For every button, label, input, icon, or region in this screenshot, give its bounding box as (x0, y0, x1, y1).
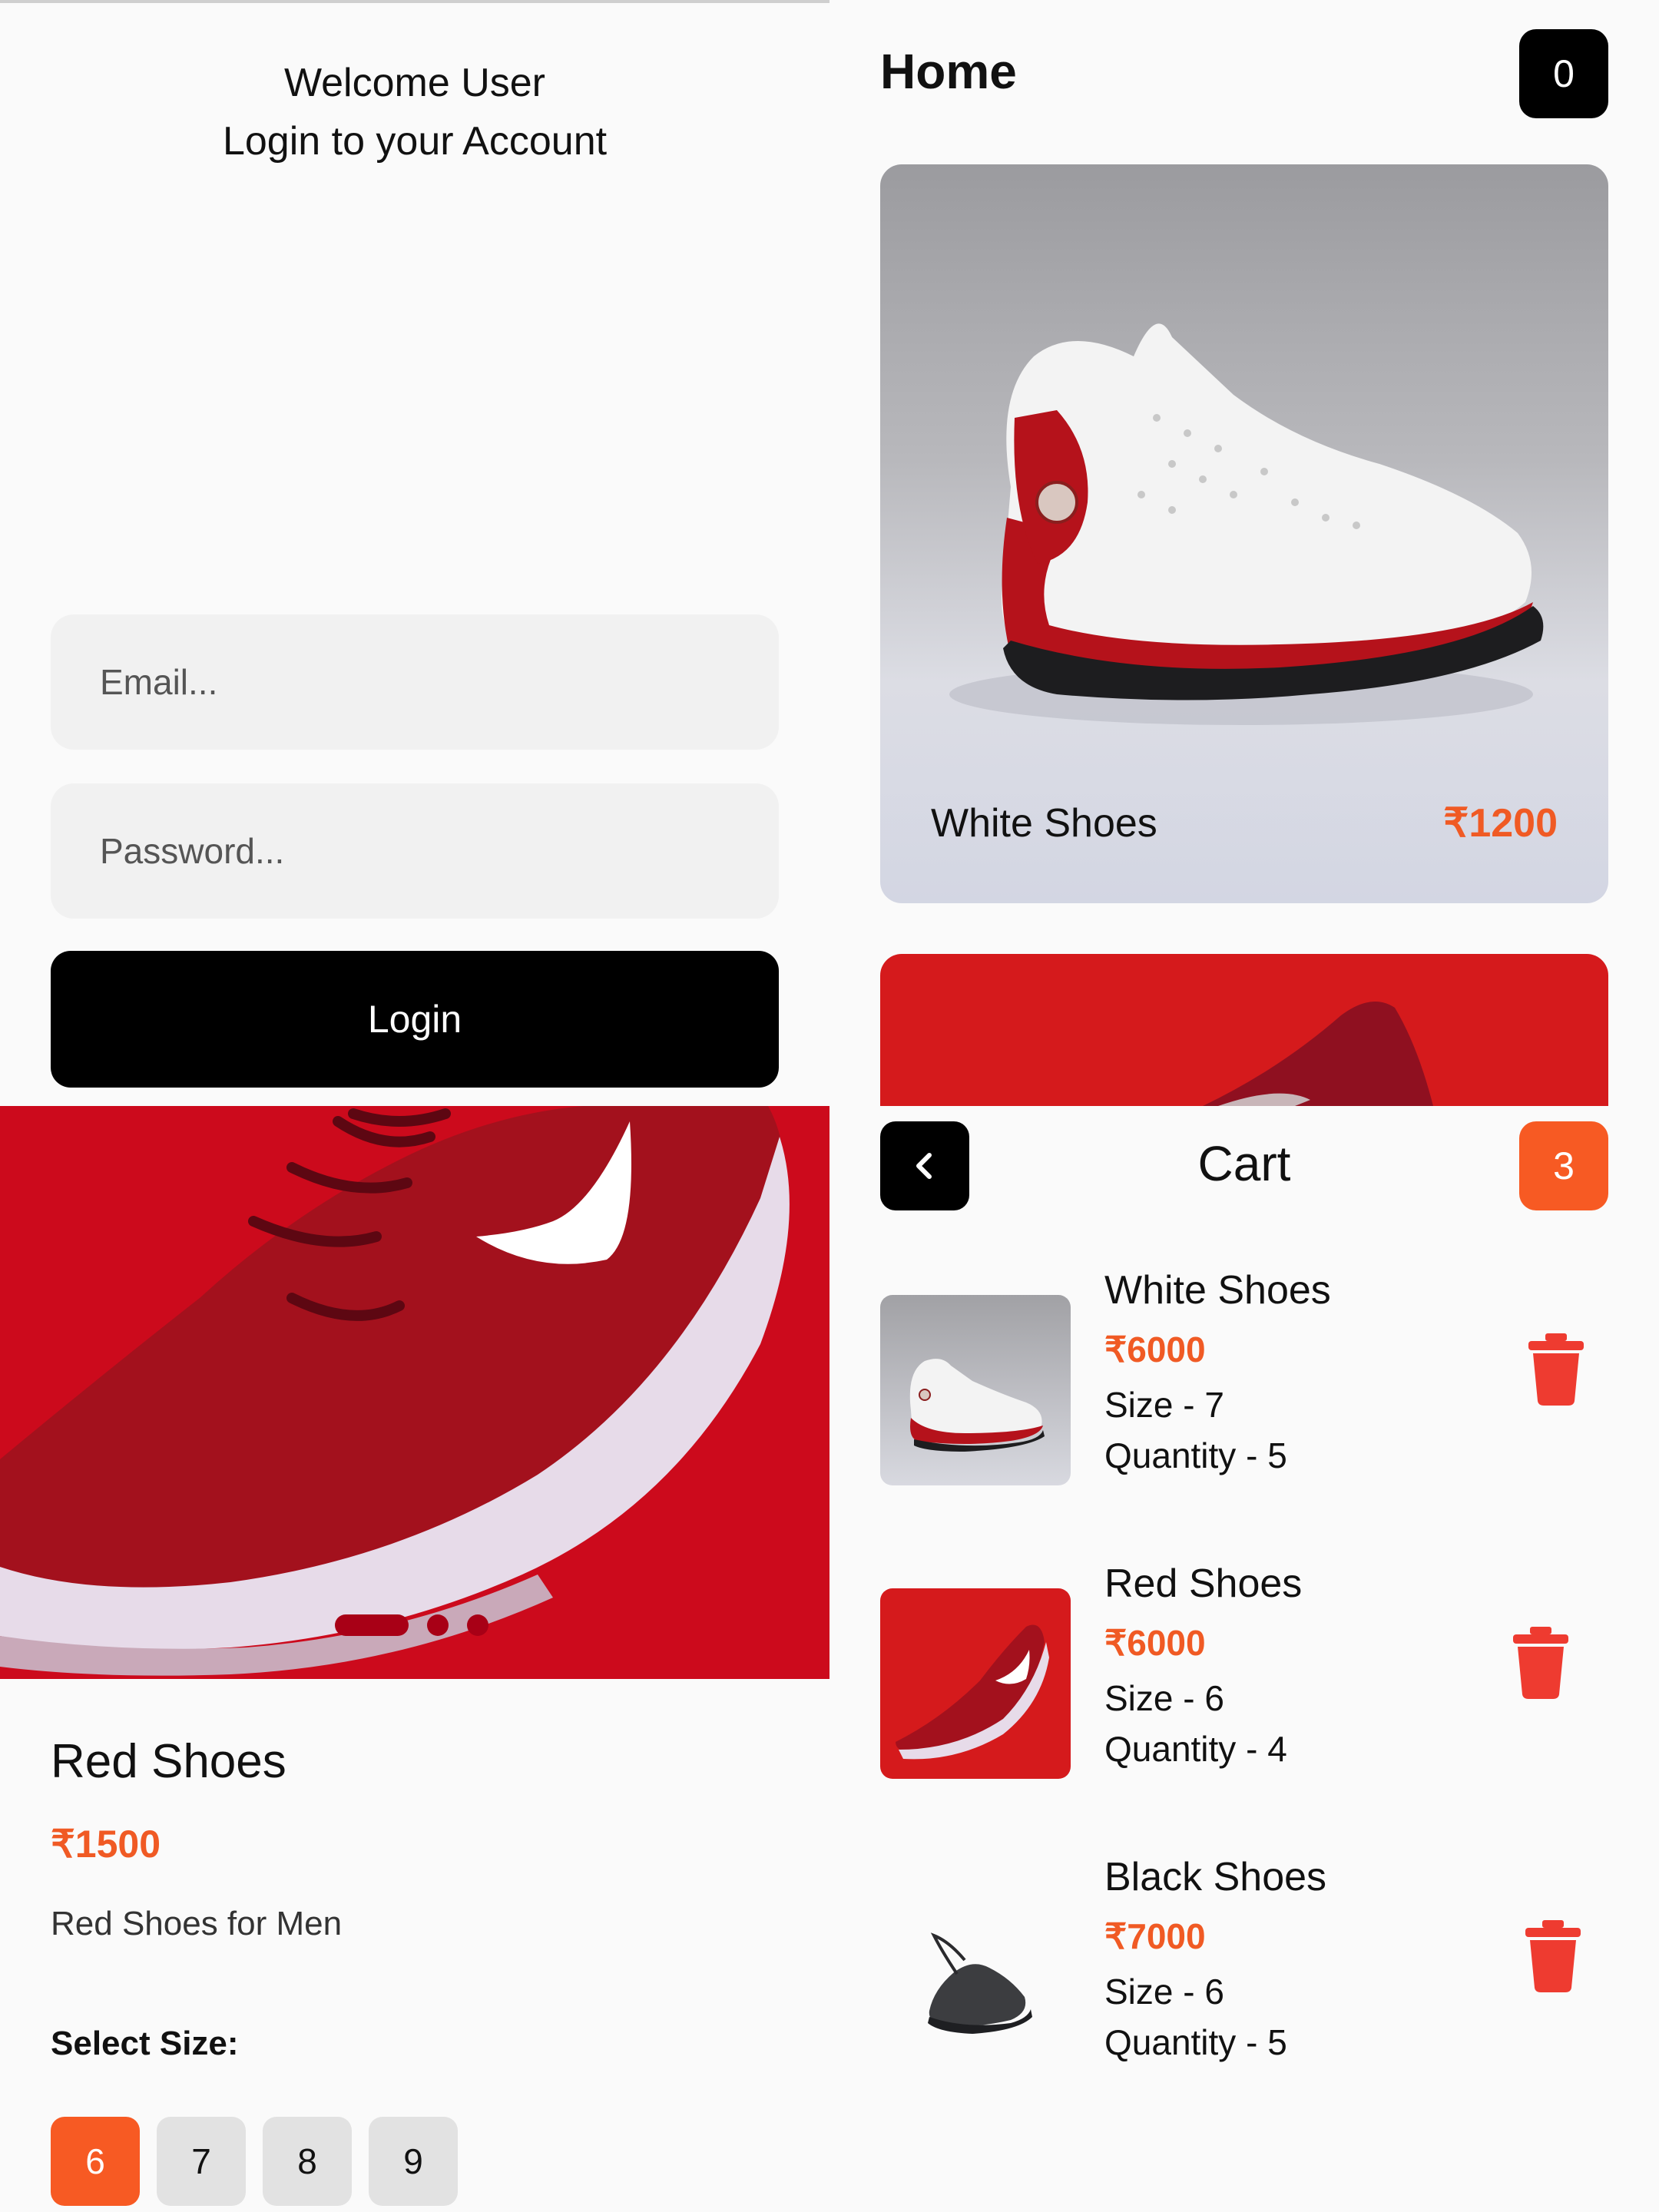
card-product-price: ₹1200 (1443, 801, 1558, 846)
black-shoe-thumbnail-image (928, 1932, 1032, 2034)
page-title: Home (880, 44, 1017, 99)
cart-item: Red Shoes ₹6000 Size - 6 Quantity - 4 (880, 1561, 1608, 1791)
cart-item-thumbnail (880, 1295, 1071, 1485)
red-shoe-thumbnail-image (896, 1624, 1049, 1760)
product-name: Red Shoes (51, 1735, 286, 1788)
trash-icon[interactable] (1522, 1917, 1584, 1994)
size-option[interactable]: 7 (157, 2117, 246, 2206)
login-screen: Welcome User Login to your Account Email… (0, 0, 830, 1106)
trash-icon[interactable] (1510, 1624, 1571, 1700)
cart-item-name: White Shoes (1104, 1268, 1331, 1313)
size-option-selected[interactable]: 6 (51, 2117, 140, 2206)
trash-icon[interactable] (1525, 1330, 1587, 1407)
status-divider (0, 0, 830, 3)
carousel-dot[interactable] (467, 1614, 488, 1636)
white-shoe-thumbnail-image (909, 1359, 1045, 1452)
email-placeholder: Email... (100, 662, 218, 702)
cart-item-size: Size - 6 (1104, 1678, 1224, 1718)
product-carousel[interactable] (0, 1106, 830, 1679)
cart-item-quantity: Quantity - 5 (1104, 2022, 1287, 2062)
home-screen: Home 0 White Shoes ₹1200 (830, 0, 1659, 1106)
password-field[interactable]: Password... (51, 783, 779, 919)
cart-item-name: Black Shoes (1104, 1855, 1327, 1899)
product-price: ₹1500 (51, 1823, 161, 1866)
size-selector: 6 7 8 9 (51, 2117, 458, 2206)
welcome-text: Welcome User (283, 61, 545, 105)
cart-item-quantity: Quantity - 5 (1104, 1435, 1287, 1475)
login-subtitle: Login to your Account (222, 119, 608, 164)
white-shoe-image (949, 323, 1544, 725)
cart-item-size: Size - 6 (1104, 1972, 1224, 2012)
cart-item: Black Shoes ₹7000 Size - 6 Quantity - 5 (880, 1854, 1608, 2085)
cart-item-price: ₹6000 (1104, 1623, 1206, 1663)
cart-item-name: Red Shoes (1104, 1561, 1303, 1606)
cart-item-thumbnail (880, 1588, 1071, 1779)
password-placeholder: Password... (100, 831, 285, 871)
card-product-name: White Shoes (931, 801, 1157, 846)
login-button[interactable]: Login (51, 951, 779, 1088)
product-description: Red Shoes for Men (51, 1905, 343, 1942)
cart-item-quantity: Quantity - 4 (1104, 1729, 1287, 1769)
product-card-red-shoes[interactable] (880, 954, 1608, 1106)
carousel-dot-active[interactable] (335, 1614, 409, 1636)
red-shoe-hero-image (0, 1106, 790, 1676)
size-label: Select Size: (51, 2025, 239, 2062)
size-option[interactable]: 9 (369, 2117, 458, 2206)
cart-screen: Cart 3 White Shoes ₹6000 Size - 7 Quanti… (830, 1106, 1659, 2212)
cart-count-badge[interactable]: 0 (1519, 29, 1608, 118)
carousel-indicator (335, 1614, 488, 1636)
cart-item-size: Size - 7 (1104, 1385, 1224, 1425)
cart-item-thumbnail (880, 1882, 1071, 2072)
size-option[interactable]: 8 (263, 2117, 352, 2206)
login-button-label: Login (367, 998, 462, 1041)
cart-item-price: ₹6000 (1104, 1330, 1206, 1369)
email-field[interactable]: Email... (51, 614, 779, 750)
cart-item-price: ₹7000 (1104, 1916, 1206, 1956)
product-detail-screen: Red Shoes ₹1500 Red Shoes for Men Select… (0, 1106, 830, 2212)
red-shoe-image (1203, 1002, 1433, 1106)
cart-items-badge: 3 (1519, 1121, 1608, 1210)
carousel-dot[interactable] (427, 1614, 449, 1636)
welcome-heading: Welcome User Login to your Account (0, 54, 830, 171)
cart-item: White Shoes ₹6000 Size - 7 Quantity - 5 (880, 1267, 1608, 1498)
product-card-white-shoes[interactable]: White Shoes ₹1200 (880, 164, 1608, 903)
